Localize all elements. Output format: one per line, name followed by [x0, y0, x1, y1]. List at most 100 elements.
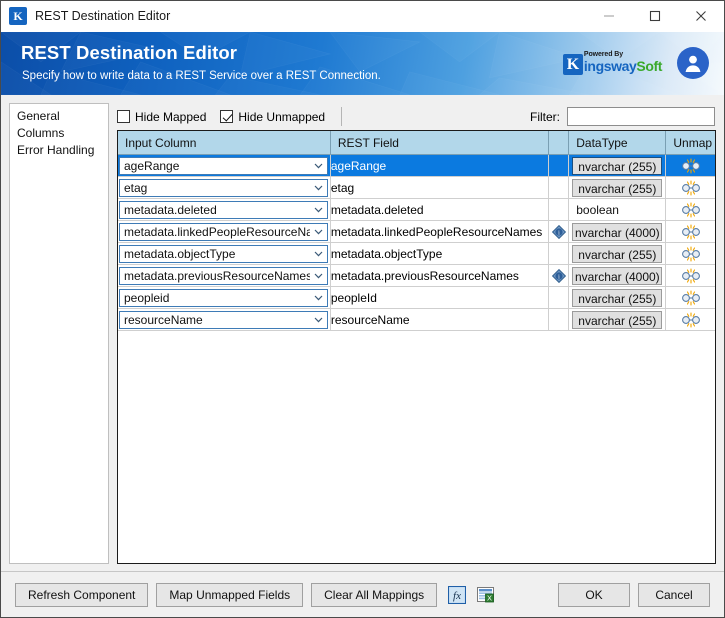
datatype-button[interactable]: nvarchar (255) [572, 178, 663, 197]
cell-datatype[interactable]: nvarchar (255) [568, 154, 667, 177]
cell-unmap[interactable] [665, 154, 715, 177]
input-column-dropdown[interactable]: resourceName [119, 310, 328, 329]
cell-rest-field[interactable]: metadata.objectType [330, 242, 550, 265]
column-header-datatype[interactable]: DataType [568, 131, 667, 155]
input-column-dropdown[interactable]: metadata.deleted [119, 200, 328, 219]
datatype-button[interactable]: nvarchar (4000) [572, 266, 663, 285]
cell-input-column[interactable]: peopleid [118, 286, 331, 309]
close-icon[interactable] [678, 1, 724, 31]
input-column-dropdown[interactable]: ageRange [119, 156, 328, 175]
table-row[interactable]: resourceName resourceName nvarchar (255) [118, 308, 715, 331]
cell-datatype[interactable]: nvarchar (255) [568, 308, 667, 331]
datatype-button[interactable]: nvarchar (255) [572, 288, 663, 307]
unmap-icon[interactable] [681, 267, 701, 286]
chevron-down-icon[interactable] [310, 207, 327, 213]
unmap-icon[interactable] [681, 157, 701, 176]
cell-info[interactable]: i [548, 264, 570, 287]
hide-unmapped-label: Hide Unmapped [238, 109, 326, 124]
input-column-dropdown[interactable]: metadata.linkedPeopleResourceNa... [119, 222, 328, 241]
unmap-icon[interactable] [681, 289, 701, 308]
cell-unmap[interactable] [665, 242, 715, 265]
clear-all-mappings-button[interactable]: Clear All Mappings [311, 582, 438, 607]
cell-unmap[interactable] [665, 308, 715, 331]
chevron-down-icon[interactable] [310, 229, 327, 235]
cell-datatype[interactable]: nvarchar (4000) [568, 264, 667, 287]
input-column-dropdown[interactable]: metadata.objectType [119, 244, 328, 263]
cell-unmap[interactable] [665, 286, 715, 309]
cell-input-column[interactable]: metadata.deleted [118, 198, 331, 221]
hide-mapped-checkbox[interactable]: Hide Mapped [117, 110, 206, 124]
datatype-button[interactable]: nvarchar (4000) [572, 222, 663, 241]
table-row[interactable]: etag etag nvarchar (255) [118, 176, 715, 199]
datatype-button[interactable]: nvarchar (255) [572, 244, 663, 263]
cell-unmap[interactable] [665, 264, 715, 287]
cell-input-column[interactable]: resourceName [118, 308, 331, 331]
cell-unmap[interactable] [665, 176, 715, 199]
unmap-icon[interactable] [681, 245, 701, 264]
cell-input-column[interactable]: ageRange [118, 154, 331, 177]
chevron-down-icon[interactable] [310, 317, 327, 323]
cell-rest-field[interactable]: metadata.deleted [330, 198, 550, 221]
input-column-dropdown[interactable]: etag [119, 178, 328, 197]
cell-input-column[interactable]: metadata.linkedPeopleResourceNa... [118, 220, 331, 243]
unmap-icon[interactable] [681, 179, 701, 198]
cell-rest-field[interactable]: etag [330, 176, 550, 199]
cell-input-column[interactable]: metadata.previousResourceNames [118, 264, 331, 287]
cell-datatype[interactable]: nvarchar (255) [568, 176, 667, 199]
column-header-unmap[interactable]: Unmap [665, 131, 715, 155]
info-diamond-icon[interactable]: i [551, 268, 566, 286]
title-bar: K REST Destination Editor [1, 1, 724, 32]
datatype-button[interactable]: nvarchar (255) [572, 310, 663, 329]
mapping-grid[interactable]: Input Column REST Field DataType Unmap a… [117, 130, 716, 564]
chevron-down-icon[interactable] [310, 273, 327, 279]
column-header-rest-field[interactable]: REST Field [330, 131, 550, 155]
input-column-dropdown[interactable]: metadata.previousResourceNames [119, 266, 328, 285]
datatype-button[interactable]: nvarchar (255) [572, 156, 663, 175]
table-row[interactable]: metadata.objectType metadata.objectType … [118, 242, 715, 265]
chevron-down-icon[interactable] [310, 295, 327, 301]
column-header-input-column[interactable]: Input Column [118, 131, 331, 155]
input-column-dropdown[interactable]: peopleid [119, 288, 328, 307]
cancel-button[interactable]: Cancel [638, 582, 710, 607]
chevron-down-icon[interactable] [310, 163, 327, 169]
map-unmapped-fields-button[interactable]: Map Unmapped Fields [156, 582, 304, 607]
cell-datatype[interactable]: nvarchar (255) [568, 286, 667, 309]
unmap-icon[interactable] [681, 311, 701, 330]
table-row[interactable]: peopleid peopleId nvarchar (255) [118, 286, 715, 309]
export-excel-icon[interactable]: X [476, 585, 495, 604]
cell-rest-field[interactable]: ageRange [330, 154, 550, 177]
table-row[interactable]: metadata.deleted metadata.deleted boolea… [118, 198, 715, 221]
cell-datatype[interactable]: nvarchar (255) [568, 242, 667, 265]
info-diamond-icon[interactable]: i [551, 224, 566, 242]
cell-datatype[interactable]: boolean [568, 198, 667, 221]
user-avatar-icon[interactable] [677, 47, 709, 79]
filter-input[interactable] [567, 107, 715, 126]
cell-unmap[interactable] [665, 220, 715, 243]
cell-rest-field[interactable]: peopleId [330, 286, 550, 309]
maximize-icon[interactable] [632, 1, 678, 31]
table-row[interactable]: ageRange ageRange nvarchar (255) [118, 154, 715, 177]
cell-input-column[interactable]: metadata.objectType [118, 242, 331, 265]
sidebar-item-error-handling[interactable]: Error Handling [10, 142, 108, 159]
sidebar-item-columns[interactable]: Columns [10, 125, 108, 142]
cell-rest-field[interactable]: metadata.previousResourceNames [330, 264, 550, 287]
hide-unmapped-checkbox[interactable]: Hide Unmapped [220, 110, 325, 124]
cell-datatype[interactable]: nvarchar (4000) [568, 220, 667, 243]
cell-rest-field[interactable]: metadata.linkedPeopleResourceNames [330, 220, 550, 243]
cell-info[interactable]: i [548, 220, 570, 243]
minimize-icon[interactable] [586, 1, 632, 31]
unmap-icon[interactable] [681, 201, 701, 220]
table-row[interactable]: metadata.previousResourceNames metadata.… [118, 264, 715, 287]
table-row[interactable]: metadata.linkedPeopleResourceNa... metad… [118, 220, 715, 243]
refresh-component-button[interactable]: Refresh Component [15, 582, 149, 607]
chevron-down-icon[interactable] [310, 185, 327, 191]
unmap-icon[interactable] [681, 223, 701, 242]
ok-button[interactable]: OK [558, 582, 630, 607]
cell-rest-field[interactable]: resourceName [330, 308, 550, 331]
chevron-down-icon[interactable] [310, 251, 327, 257]
sidebar-item-general[interactable]: General [10, 108, 108, 125]
column-header-info[interactable] [548, 131, 570, 155]
cell-unmap[interactable] [665, 198, 715, 221]
cell-input-column[interactable]: etag [118, 176, 331, 199]
fx-expression-icon[interactable]: fx [447, 585, 466, 604]
